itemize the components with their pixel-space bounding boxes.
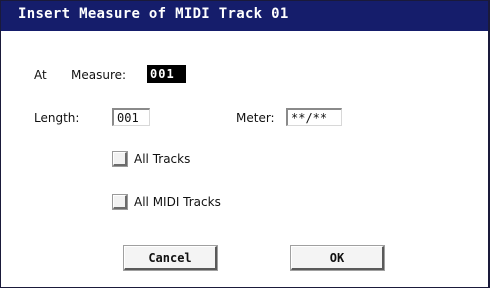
meter-label: Meter: bbox=[236, 111, 275, 125]
measure-label: Measure: bbox=[71, 68, 127, 82]
all-tracks-checkbox[interactable] bbox=[112, 151, 128, 167]
at-label: At bbox=[34, 68, 47, 82]
length-field[interactable]: 001 bbox=[112, 108, 150, 126]
all-midi-tracks-label: All MIDI Tracks bbox=[134, 195, 221, 209]
ok-button[interactable]: OK bbox=[290, 245, 385, 271]
measure-field[interactable]: 001 bbox=[147, 65, 186, 83]
dialog-title: Insert Measure of MIDI Track 01 bbox=[18, 6, 289, 22]
all-tracks-option[interactable]: All Tracks bbox=[112, 150, 191, 168]
dialog-titlebar: Insert Measure of MIDI Track 01 bbox=[1, 1, 488, 31]
all-midi-tracks-option[interactable]: All MIDI Tracks bbox=[112, 193, 221, 211]
length-label: Length: bbox=[34, 111, 80, 125]
all-midi-tracks-checkbox[interactable] bbox=[112, 194, 128, 210]
all-tracks-label: All Tracks bbox=[134, 152, 191, 166]
cancel-button[interactable]: Cancel bbox=[123, 245, 218, 271]
meter-field[interactable]: **/** bbox=[286, 108, 342, 126]
insert-measure-dialog: Insert Measure of MIDI Track 01 At Measu… bbox=[0, 0, 490, 288]
